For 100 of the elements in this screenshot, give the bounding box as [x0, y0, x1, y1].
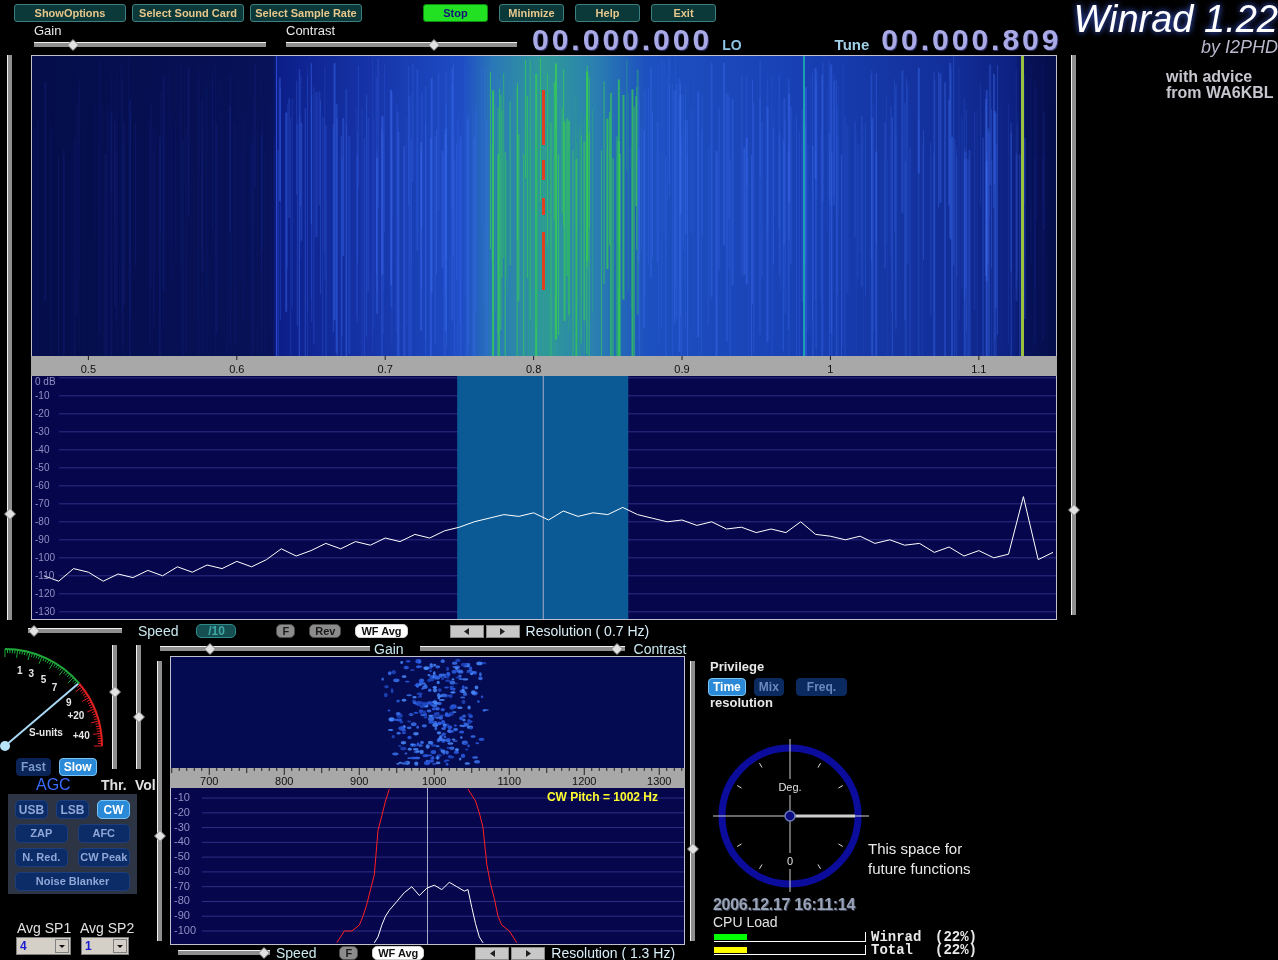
right-triangle-icon — [525, 949, 531, 957]
slider-thumb[interactable] — [28, 625, 40, 637]
mode-button[interactable]: Noise Blanker — [15, 872, 130, 891]
privilege-label: Privilege — [710, 660, 765, 674]
axis-label: 1200 — [572, 775, 597, 787]
slider-thumb[interactable] — [1068, 504, 1080, 517]
slider-thumb[interactable] — [258, 947, 270, 959]
meter-label: 1 — [16, 664, 23, 676]
slider-thumb[interactable] — [203, 643, 216, 655]
axis-label: 0.6 — [229, 363, 245, 375]
axis-label: 1.1 — [971, 363, 987, 375]
toggle-button[interactable]: WF Avg — [372, 946, 425, 960]
privilege-caption: resolution — [710, 696, 773, 709]
slider-thumb[interactable] — [4, 508, 16, 521]
resolution-label: Resolution ( 1.3 Hz) — [551, 945, 676, 960]
threshold-label: Thr. — [101, 777, 127, 793]
meter-label: 5 — [40, 673, 47, 685]
left-triangle-icon — [464, 627, 470, 635]
agc-speed-button[interactable]: Slow — [58, 758, 97, 776]
axis-label: -50 — [35, 461, 50, 473]
toolbar-button[interactable]: Minimize — [499, 4, 564, 22]
axis-label: -50 — [174, 851, 190, 863]
volume-label: Vol — [135, 777, 156, 793]
axis-label: -100 — [35, 551, 55, 563]
axis-label: -70 — [35, 497, 50, 509]
axis-label: -90 — [174, 910, 190, 922]
average-select[interactable]: 1 — [81, 937, 129, 955]
speed-label: Speed — [138, 623, 179, 639]
axis-label: 1000 — [422, 775, 447, 787]
slider-thumb[interactable] — [687, 843, 699, 856]
axis-label: -20 — [35, 407, 50, 419]
cpu-load-label: CPU Load — [713, 914, 778, 930]
center-dot-icon — [784, 810, 796, 822]
contrast-label: Contrast — [633, 642, 687, 656]
meter-label: 9 — [66, 697, 72, 709]
divide-button[interactable]: /10 — [196, 624, 237, 638]
scope-label: Deg. — [778, 781, 802, 793]
agc-speed-button[interactable]: Fast — [16, 758, 51, 776]
axis-label: 0.7 — [377, 363, 393, 375]
cpu-load-reading: (22%) — [935, 943, 977, 956]
axis-label: -10 — [174, 792, 190, 804]
axis-label: 0.9 — [674, 363, 690, 375]
axis-label: 0.5 — [80, 363, 97, 375]
toolbar-button[interactable]: Select Sample Rate — [250, 4, 362, 22]
meter-label: +20 — [67, 710, 85, 722]
slider-thumb[interactable] — [109, 686, 121, 699]
toolbar-button[interactable]: Stop — [423, 4, 488, 22]
mode-button[interactable]: N. Red. — [15, 848, 68, 867]
toggle-button[interactable]: F — [276, 624, 296, 638]
axis-label: -70 — [174, 880, 190, 892]
slider-thumb[interactable] — [610, 643, 623, 655]
slider-thumb[interactable] — [67, 39, 79, 51]
toggle-button[interactable]: F — [339, 946, 359, 960]
axis-label: 700 — [200, 775, 219, 787]
tune-label: Tune — [834, 35, 870, 55]
scope-label: 0 — [786, 855, 794, 867]
scroll-left-button[interactable] — [449, 624, 484, 638]
axis-label: -40 — [35, 443, 50, 455]
toolbar-button[interactable]: Select Sound Card — [132, 4, 244, 22]
scroll-left-button[interactable] — [475, 946, 510, 960]
axis-label: 0 dB — [35, 376, 56, 387]
axis-label: -60 — [174, 865, 190, 877]
axis-label: 800 — [275, 775, 294, 787]
toolbar-button[interactable]: Help — [575, 4, 640, 22]
axis-label: -80 — [174, 895, 190, 907]
scroll-right-button[interactable] — [485, 624, 520, 638]
cpu-load-reading: (22%) — [935, 930, 977, 943]
horizontal-slider[interactable] — [178, 947, 270, 959]
axis-label: -10 — [35, 389, 50, 401]
mode-button[interactable]: CW Peak — [77, 848, 130, 867]
agc-label: AGC — [36, 777, 71, 793]
gain-label: Gain — [374, 642, 404, 656]
average-select[interactable]: 4 — [16, 937, 71, 955]
meter-label: 7 — [51, 681, 58, 693]
axis-label: -90 — [35, 533, 50, 545]
mode-button[interactable]: USB — [15, 800, 48, 819]
author-label: by I2PHD — [1200, 38, 1278, 56]
privilege-button[interactable]: Freq. — [795, 678, 848, 696]
toggle-button[interactable]: WF Avg — [355, 624, 408, 638]
toolbar-button[interactable]: ShowOptions — [14, 4, 126, 22]
slider-thumb[interactable] — [428, 39, 441, 51]
toolbar-button[interactable]: Exit — [651, 4, 716, 22]
scroll-right-button[interactable] — [511, 946, 546, 960]
average-label: Avg SP2 — [80, 920, 135, 936]
mode-button[interactable]: ZAP — [15, 824, 68, 843]
slider-thumb[interactable] — [133, 711, 145, 724]
mode-button[interactable]: CW — [97, 800, 130, 819]
slider-thumb[interactable] — [154, 829, 166, 842]
pitch-readout: CW Pitch = 1002 Hz — [546, 790, 658, 804]
privilege-button[interactable]: Time — [708, 678, 746, 696]
axis-label: 0.8 — [525, 363, 542, 375]
axis-label: 900 — [350, 775, 369, 787]
mode-button[interactable]: AFC — [77, 824, 130, 843]
clock-readout: 2006.12.17 16:11:14 — [713, 896, 855, 914]
mode-button[interactable]: LSB — [56, 800, 89, 819]
frequency-display: 00.000.000 — [532, 26, 713, 54]
privilege-button[interactable]: Mix — [753, 678, 784, 696]
axis-label: -120 — [35, 587, 55, 599]
toggle-button[interactable]: Rev — [309, 624, 342, 638]
axis-label: -100 — [174, 925, 197, 936]
